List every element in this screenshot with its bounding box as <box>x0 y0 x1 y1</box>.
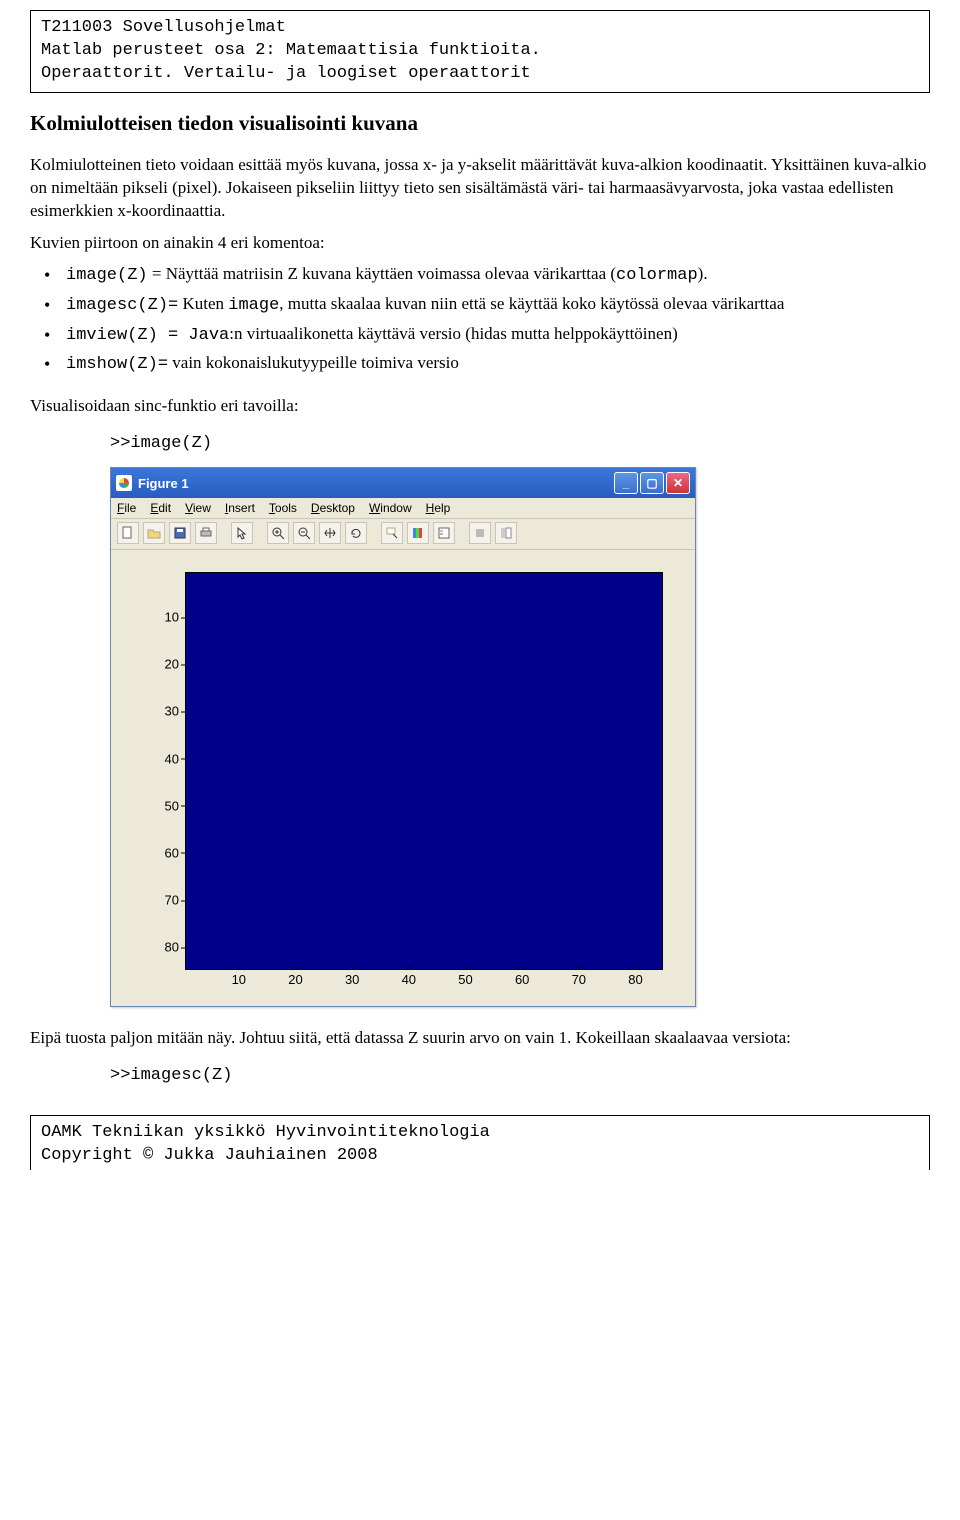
pan-icon[interactable] <box>319 522 341 544</box>
x-tick: 20 <box>288 972 302 987</box>
y-tick: 70 <box>125 893 179 908</box>
menu-file[interactable]: File <box>117 501 136 515</box>
toolbar <box>111 519 695 550</box>
paragraph-2: Visualisoidaan sinc-funktio eri tavoilla… <box>30 395 930 418</box>
y-tick: 30 <box>125 704 179 719</box>
close-button[interactable]: ✕ <box>666 472 690 494</box>
print-icon[interactable] <box>195 522 217 544</box>
paragraph-3: Eipä tuosta paljon mitään näy. Johtuu si… <box>30 1027 930 1050</box>
x-tick: 80 <box>628 972 642 987</box>
command-2: >>imagesc(Z) <box>110 1066 930 1085</box>
plot-area: 10 20 30 40 50 60 70 80 10 20 30 40 50 6… <box>111 550 695 1006</box>
y-tick: 60 <box>125 845 179 860</box>
zoom-in-icon[interactable] <box>267 522 289 544</box>
list-intro: Kuvien piirtoon on ainakin 4 eri komento… <box>30 233 930 253</box>
footer-line-2: Copyright © Jukka Jauhiainen 2008 <box>41 1145 919 1168</box>
header-line-1: T211003 Sovellusohjelmat <box>41 17 919 40</box>
window-title: Figure 1 <box>138 476 189 491</box>
page-footer-box: OAMK Tekniikan yksikkö Hyvinvointiteknol… <box>30 1115 930 1170</box>
x-tick: 50 <box>458 972 472 987</box>
titlebar[interactable]: Figure 1 _ ▢ ✕ <box>111 468 695 498</box>
list-item: imview(Z) = Java:n virtuaalikonetta käyt… <box>66 323 930 348</box>
command-list: image(Z) = Näyttää matriisin Z kuvana kä… <box>30 263 930 378</box>
command-1: >>image(Z) <box>110 434 930 453</box>
save-icon[interactable] <box>169 522 191 544</box>
menu-tools[interactable]: Tools <box>269 501 297 515</box>
minimize-button[interactable]: _ <box>614 472 638 494</box>
legend-icon[interactable] <box>433 522 455 544</box>
x-tick: 40 <box>402 972 416 987</box>
matlab-figure-window: Figure 1 _ ▢ ✕ File Edit View Insert Too… <box>110 467 696 1007</box>
menubar: File Edit View Insert Tools Desktop Wind… <box>111 498 695 519</box>
colorbar-icon[interactable] <box>407 522 429 544</box>
x-tick: 60 <box>515 972 529 987</box>
header-line-3: Operaattorit. Vertailu- ja loogiset oper… <box>41 63 919 86</box>
axes-image[interactable] <box>185 572 663 970</box>
matlab-icon <box>116 475 132 491</box>
paragraph-1: Kolmiulotteinen tieto voidaan esittää my… <box>30 154 930 223</box>
x-tick: 70 <box>572 972 586 987</box>
footer-line-1: OAMK Tekniikan yksikkö Hyvinvointiteknol… <box>41 1122 919 1145</box>
page-header-box: T211003 Sovellusohjelmat Matlab perustee… <box>30 10 930 93</box>
new-figure-icon[interactable] <box>117 522 139 544</box>
y-tick: 50 <box>125 798 179 813</box>
y-tick: 10 <box>125 610 179 625</box>
list-item: imshow(Z)= vain kokonaislukutyypeille to… <box>66 352 930 377</box>
y-tick: 40 <box>125 751 179 766</box>
menu-help[interactable]: Help <box>426 501 451 515</box>
pointer-icon[interactable] <box>231 522 253 544</box>
show-tools-icon[interactable] <box>495 522 517 544</box>
data-cursor-icon[interactable] <box>381 522 403 544</box>
menu-window[interactable]: Window <box>369 501 412 515</box>
header-line-2: Matlab perusteet osa 2: Matemaattisia fu… <box>41 40 919 63</box>
menu-edit[interactable]: Edit <box>150 501 171 515</box>
menu-view[interactable]: View <box>185 501 211 515</box>
open-icon[interactable] <box>143 522 165 544</box>
list-item: imagesc(Z)= Kuten image, mutta skaalaa k… <box>66 293 930 318</box>
maximize-button[interactable]: ▢ <box>640 472 664 494</box>
menu-desktop[interactable]: Desktop <box>311 501 355 515</box>
x-tick: 10 <box>232 972 246 987</box>
rotate-icon[interactable] <box>345 522 367 544</box>
section-title: Kolmiulotteisen tiedon visualisointi kuv… <box>30 111 930 136</box>
x-tick: 30 <box>345 972 359 987</box>
y-tick: 20 <box>125 657 179 672</box>
zoom-out-icon[interactable] <box>293 522 315 544</box>
y-tick: 80 <box>125 940 179 955</box>
menu-insert[interactable]: Insert <box>225 501 255 515</box>
list-item: image(Z) = Näyttää matriisin Z kuvana kä… <box>66 263 930 288</box>
hide-tools-icon[interactable] <box>469 522 491 544</box>
